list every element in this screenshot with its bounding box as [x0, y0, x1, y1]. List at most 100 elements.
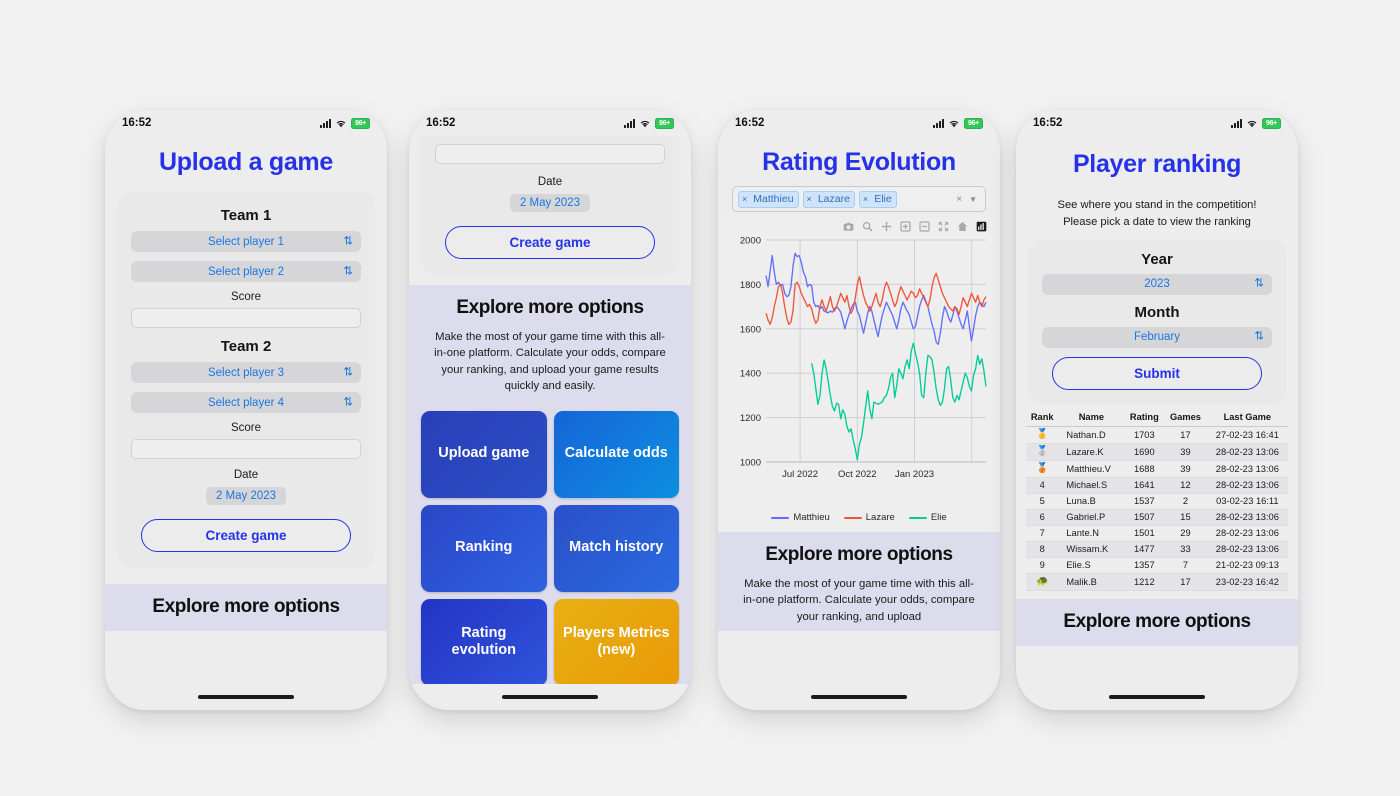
legend-item-matthieu[interactable]: Matthieu: [771, 512, 830, 523]
cell-last-game: 28-02-23 13:06: [1215, 544, 1279, 555]
create-game-button[interactable]: Create game: [141, 519, 351, 552]
ranking-subtitle-line1: See where you stand in the competition!: [1057, 199, 1257, 211]
clear-all-icon[interactable]: ×: [956, 194, 962, 205]
tile-ranking[interactable]: Ranking: [421, 504, 547, 592]
cell-games: 15: [1180, 512, 1191, 523]
remove-tag-icon[interactable]: ×: [803, 194, 815, 204]
date-picker[interactable]: 2 May 2023: [205, 487, 287, 505]
date-picker[interactable]: 2 May 2023: [509, 194, 591, 212]
explore-more-options-banner-1[interactable]: Explore more options: [105, 584, 387, 631]
zoom-icon[interactable]: [862, 221, 873, 232]
home-icon[interactable]: [957, 221, 968, 232]
svg-text:1200: 1200: [740, 413, 761, 424]
chevron-updown-icon: ⇅: [1254, 330, 1264, 343]
cell-name: Lazare.K: [1066, 446, 1104, 457]
chevron-updown-icon: ⇅: [343, 234, 353, 247]
col-last-game: Last Game: [1206, 408, 1288, 427]
phone-explore-options: 16:52 96+ Date 2 May 2023 Create game Ex…: [409, 110, 691, 710]
score-input-partial[interactable]: [435, 144, 665, 164]
screen-1: Upload a game Team 1 Select player 1 ⇅ S…: [105, 136, 387, 684]
wifi-icon: [1247, 120, 1257, 127]
tag-elie[interactable]: × Elie: [858, 190, 897, 208]
explore-more-options-banner-4[interactable]: Explore more options: [1016, 598, 1298, 646]
team2-score-input[interactable]: [131, 439, 361, 459]
options-tile-grid: Upload game Calculate odds Ranking Match…: [409, 400, 691, 684]
upload-game-form: Team 1 Select player 1 ⇅ Select player 2…: [117, 191, 375, 568]
chevron-updown-icon: ⇅: [1254, 277, 1264, 290]
tile-label: Upload game: [438, 445, 530, 462]
page-title: Rating Evolution: [762, 148, 956, 176]
cell-name: Luna.B: [1066, 496, 1096, 507]
phone-rating-evolution: 16:52 96+ Rating Evolution × Matthieu × …: [718, 110, 1000, 710]
create-game-button[interactable]: Create game: [445, 226, 655, 259]
table-row: 🥉 Matthieu.V 1688 39 28-02-23 13:06: [1026, 460, 1288, 478]
screenshot-stage: 16:52 96+ Upload a game Team 1 Select pl…: [0, 0, 1400, 796]
tile-match-history[interactable]: Match history: [553, 504, 679, 592]
col-name: Name: [1058, 408, 1125, 427]
cell-rank: 8: [1039, 544, 1045, 555]
legend-item-elie[interactable]: Elie: [908, 512, 947, 523]
gold-medal-icon: 🥇: [1035, 429, 1049, 441]
cell-rating: 1703: [1133, 429, 1155, 440]
chevron-down-icon[interactable]: ▼: [969, 195, 977, 204]
cell-last-game: 27-02-23 16:41: [1215, 429, 1279, 440]
cell-rank: 🥇: [1026, 426, 1058, 443]
wifi-icon: [336, 120, 346, 127]
svg-text:1000: 1000: [740, 458, 761, 469]
battery-icon: 96+: [1262, 117, 1281, 129]
status-time: 16:52: [735, 117, 765, 129]
team2-heading: Team 2: [220, 338, 272, 355]
cell-games: 7: [1182, 560, 1189, 571]
cell-name: Nathan.D: [1066, 429, 1106, 440]
team1-score-input[interactable]: [131, 308, 361, 328]
zoom-in-icon[interactable]: [900, 221, 911, 232]
plotly-logo-icon[interactable]: [976, 221, 987, 232]
chevron-updown-icon: ⇅: [343, 264, 353, 277]
submit-button[interactable]: Submit: [1052, 356, 1262, 390]
legend-item-lazare[interactable]: Lazare: [843, 512, 895, 523]
cell-games: 2: [1182, 496, 1189, 507]
cell-name: Malik.B: [1066, 576, 1097, 587]
tile-rating-evolution[interactable]: Rating evolution: [421, 598, 547, 684]
table-row: 7 Lante.N 1501 29 28-02-23 13:06: [1026, 525, 1288, 542]
rating-evolution-plot[interactable]: 1000 1200 1400 1600 1800 2000 Jul 2022 Oct 2022…: [726, 234, 992, 504]
chevron-updown-icon: ⇅: [343, 395, 353, 408]
team1-score-label: Score: [230, 291, 262, 303]
cell-rating: 1537: [1133, 496, 1155, 507]
cell-name: Wissam.K: [1066, 544, 1109, 555]
status-time: 16:52: [1033, 117, 1063, 129]
bronze-medal-icon: 🥉: [1035, 463, 1049, 475]
col-games: Games: [1164, 408, 1207, 427]
tag-lazare[interactable]: × Lazare: [802, 190, 855, 208]
month-select[interactable]: February ⇅: [1042, 326, 1272, 348]
zoom-out-icon[interactable]: [919, 221, 930, 232]
cell-last-game: 28-02-23 13:06: [1215, 463, 1279, 474]
cell-games: 29: [1180, 528, 1191, 539]
status-time: 16:52: [122, 117, 152, 129]
camera-icon[interactable]: [843, 221, 854, 232]
cell-name: Lante.N: [1066, 528, 1099, 539]
cell-last-game: 28-02-23 13:06: [1215, 480, 1279, 491]
table-row: 🥈 Lazare.K 1690 39 28-02-23 13:06: [1026, 443, 1288, 461]
player-multiselect[interactable]: × Matthieu × Lazare × Elie × ▼: [732, 186, 986, 212]
remove-tag-icon[interactable]: ×: [859, 194, 872, 204]
select-player-3[interactable]: Select player 3 ⇅: [131, 362, 361, 383]
legend-label: Matthieu: [793, 512, 830, 523]
pan-icon[interactable]: [881, 221, 892, 232]
select-player-1[interactable]: Select player 1 ⇅: [131, 231, 361, 252]
table-row: 6 Gabriel.P 1507 15 28-02-23 13:06: [1026, 509, 1288, 526]
cell-games: 17: [1180, 576, 1191, 587]
year-select[interactable]: 2023 ⇅: [1042, 273, 1272, 295]
tile-calculate-odds[interactable]: Calculate odds: [553, 410, 679, 498]
tile-players-metrics[interactable]: Players Metrics (new): [553, 598, 679, 684]
cell-rating: 1212: [1133, 576, 1155, 587]
cell-last-game: 03-02-23 16:11: [1216, 496, 1279, 507]
select-player-4[interactable]: Select player 4 ⇅: [131, 392, 361, 413]
remove-tag-icon[interactable]: ×: [739, 194, 751, 204]
screen-3: Rating Evolution × Matthieu × Lazare × E…: [718, 136, 1000, 684]
tag-matthieu[interactable]: × Matthieu: [738, 190, 799, 208]
select-player-4-label: Select player 4: [207, 396, 285, 409]
autoscale-icon[interactable]: [938, 221, 949, 232]
tile-upload-game[interactable]: Upload game: [421, 410, 547, 498]
select-player-2[interactable]: Select player 2 ⇅: [131, 261, 361, 282]
